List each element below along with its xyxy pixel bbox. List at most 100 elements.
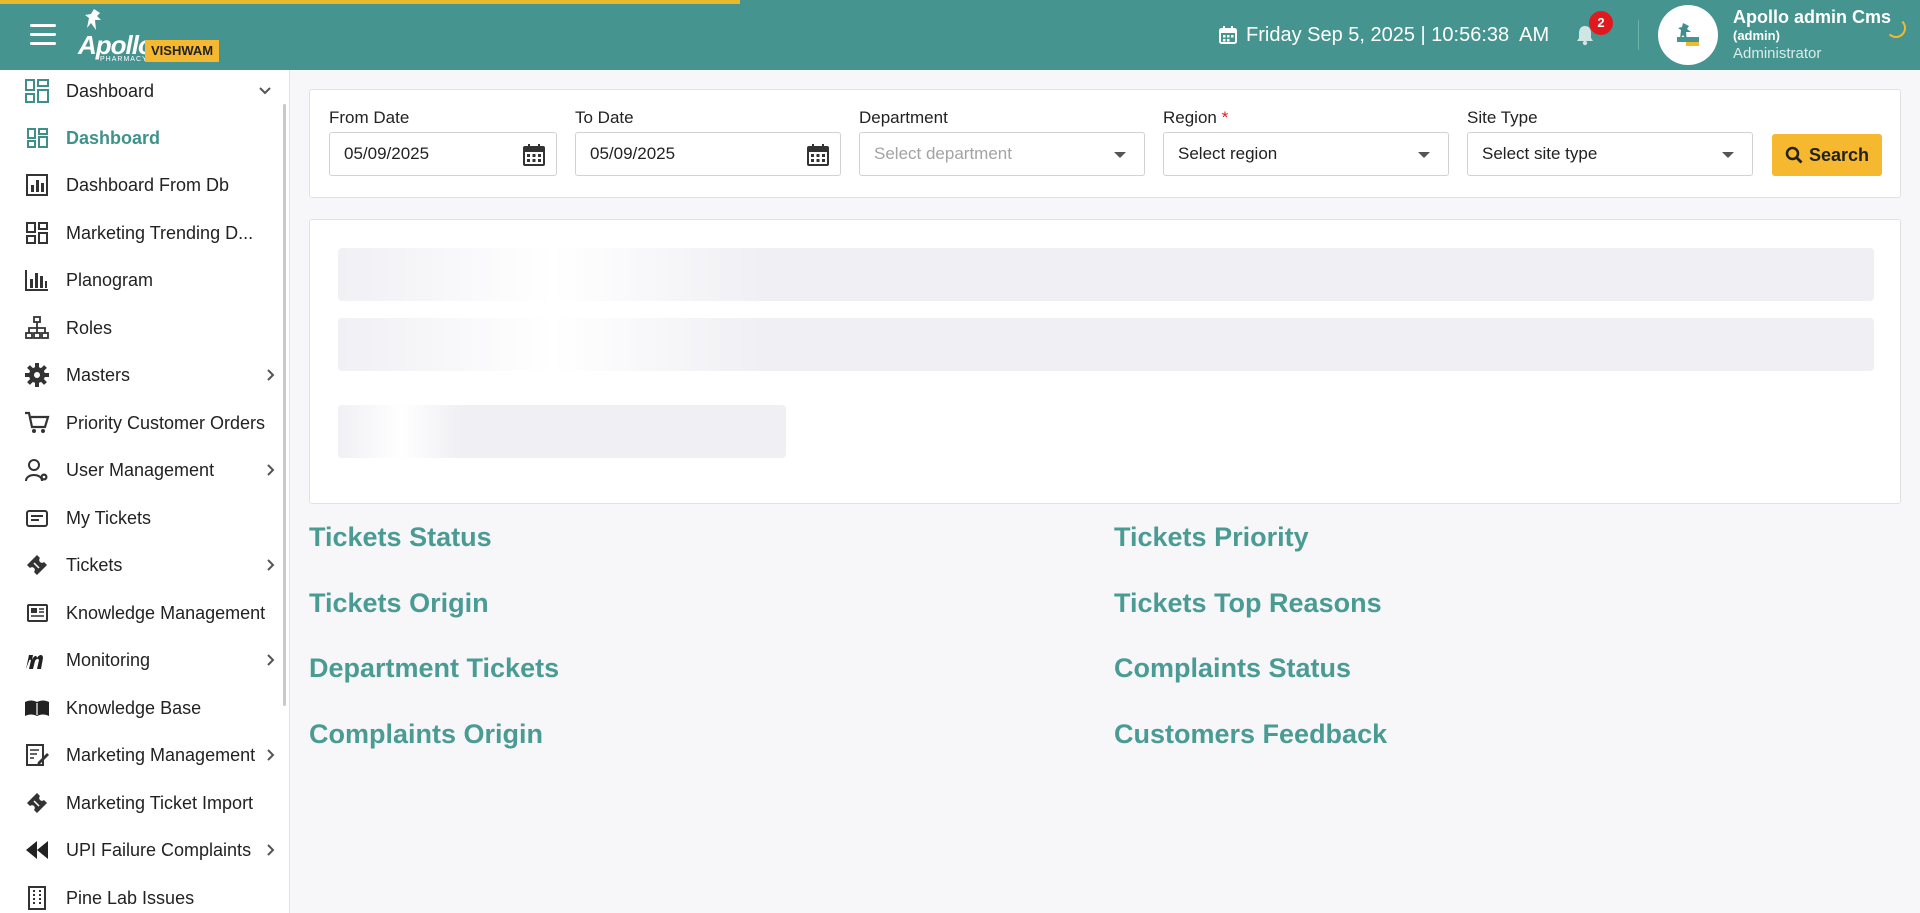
sidebar: Dashboard Dashboard Dashboard From Db Ma… [0,70,290,913]
sidebar-item-planogram[interactable]: Planogram [0,260,282,300]
monitoring-m-icon [26,655,43,669]
complaints-origin-title: Complaints Origin [309,719,544,749]
sidebar-item-my-tickets[interactable]: My Tickets [0,498,282,538]
sitemap-icon [25,316,49,339]
region-placeholder: Select region [1178,144,1278,163]
top-bar: Apollo PHARMACY VISHWAM Friday Sep 5, 20… [0,0,1920,70]
user-gear-icon [25,459,48,482]
sidebar-item-knowledge-management[interactable]: Knowledge Management [0,593,282,633]
sidebar-item-dashboard-from-db[interactable]: Dashboard From Db [0,165,282,205]
sidebar-item-label: User Management [66,459,215,480]
region-label: Region * [1163,108,1229,127]
sidebar-item-label: Tickets [66,554,123,575]
customers-feedback-title: Customers Feedback [1114,719,1388,749]
chevron-right-icon [267,369,275,381]
sidebar-item-label: Monitoring [66,649,151,670]
gear-icon [25,363,49,387]
open-book-icon [25,700,49,716]
caret-down-icon [1114,152,1126,158]
loading-progress-bar [0,0,740,4]
to-date-input[interactable]: 05/09/2025 [575,132,841,176]
calendar-icon[interactable] [806,143,830,167]
sidebar-item-label: Marketing Management [66,744,256,765]
sidebar-item-label: Knowledge Management [66,602,266,623]
datetime-text: Friday Sep 5, 2025 | 10:56:38 AM [1246,23,1550,46]
sidebar-item-masters[interactable]: Masters [0,355,282,395]
sidebar-scrollbar[interactable] [283,104,286,706]
tickets-priority-title: Tickets Priority [1114,522,1309,552]
skeleton-bar [338,318,1874,371]
sidebar-item-tickets[interactable]: Tickets [0,545,282,585]
sidebar-item-marketing-management[interactable]: Marketing Management [0,735,282,775]
dashboard-grid-icon [27,128,48,148]
search-button-label: Search [1808,144,1870,165]
sidebar-item-upi-failure-complaints[interactable]: UPI Failure Complaints [0,830,282,870]
header-divider [1638,20,1639,50]
skeleton-bar [338,405,786,458]
current-datetime: Friday Sep 5, 2025 | 10:56:38 AM [1218,22,1549,48]
user-role: Administrator [1733,45,1822,62]
required-mark: * [1221,108,1229,127]
department-tickets-title: Department Tickets [309,653,560,683]
filter-panel: From Date 05/09/2025 To Date 05/09/2025 … [309,89,1901,198]
to-date-value: 05/09/2025 [590,144,676,163]
dashboard-grid-icon [25,79,49,103]
from-date-input[interactable]: 05/09/2025 [329,132,557,176]
backward-icon [26,841,48,859]
menu-toggle-icon[interactable] [30,24,56,46]
sidebar-item-monitoring[interactable]: Monitoring [0,640,282,680]
calendar-icon [1219,26,1237,44]
site-type-select[interactable]: Select site type [1467,132,1753,176]
sidebar-item-dashboard-group[interactable]: Dashboard [0,71,282,111]
avatar-logo-icon [1677,23,1699,46]
department-label: Department [859,108,948,127]
bar-chart-icon [26,174,48,196]
sidebar-item-marketing-trending[interactable]: Marketing Trending D... [0,213,282,253]
loading-skeleton-panel [309,219,1901,504]
sidebar-item-marketing-ticket-import[interactable]: Marketing Ticket Import [0,783,282,823]
sidebar-item-label: Pine Lab Issues [66,887,195,908]
apollo-logo[interactable]: Apollo PHARMACY VISHWAM [76,8,220,66]
region-select[interactable]: Select region [1163,132,1449,176]
calendar-icon[interactable] [522,143,546,167]
site-type-label: Site Type [1467,108,1538,127]
chevron-right-icon [267,654,275,666]
sidebar-item-label: Knowledge Base [66,697,202,718]
sidebar-item-label: Marketing Trending D... [66,222,254,243]
chevron-right-icon [267,559,275,571]
site-type-placeholder: Select site type [1482,144,1598,163]
to-date-label: To Date [575,108,634,127]
search-icon [1785,146,1803,164]
user-avatar[interactable] [1658,5,1718,65]
building-icon [28,886,46,910]
sidebar-item-label: Priority Customer Orders [66,412,266,433]
caret-down-icon [1418,152,1430,158]
cart-icon [25,411,50,433]
tickets-status-title: Tickets Status [309,522,492,552]
chevron-right-icon [267,844,275,856]
skeleton-bar [338,248,1874,301]
ticket-icon [27,555,47,575]
logo-subtext: PHARMACY [100,56,148,63]
department-select[interactable]: Select department [859,132,1145,176]
sidebar-item-label: Masters [66,364,131,385]
sidebar-item-pine-lab-issues[interactable]: Pine Lab Issues [0,878,282,913]
edit-doc-icon [26,744,49,766]
search-button[interactable]: Search [1772,134,1882,176]
sidebar-item-knowledge-base[interactable]: Knowledge Base [0,688,282,728]
sidebar-item-label: Dashboard [66,127,161,148]
sidebar-item-label: Planogram [66,269,154,290]
sidebar-item-label: Marketing Ticket Import [66,792,254,813]
brand-badge: VISHWAM [145,40,220,62]
newspaper-icon [27,604,48,622]
sidebar-item-label: Dashboard From Db [66,174,230,195]
dashboard-grid-icon [26,222,48,244]
sidebar-item-priority-customer-orders[interactable]: Priority Customer Orders [0,403,282,443]
sidebar-item-label: Dashboard [66,80,155,101]
sidebar-item-user-management[interactable]: User Management [0,450,282,490]
sidebar-item-dashboard[interactable]: Dashboard [0,118,282,158]
sidebar-item-roles[interactable]: Roles [0,308,282,348]
complaints-status-title: Complaints Status [1114,653,1352,683]
tickets-origin-title: Tickets Origin [309,588,489,618]
user-name[interactable]: Apollo admin Cms [1733,7,1891,28]
